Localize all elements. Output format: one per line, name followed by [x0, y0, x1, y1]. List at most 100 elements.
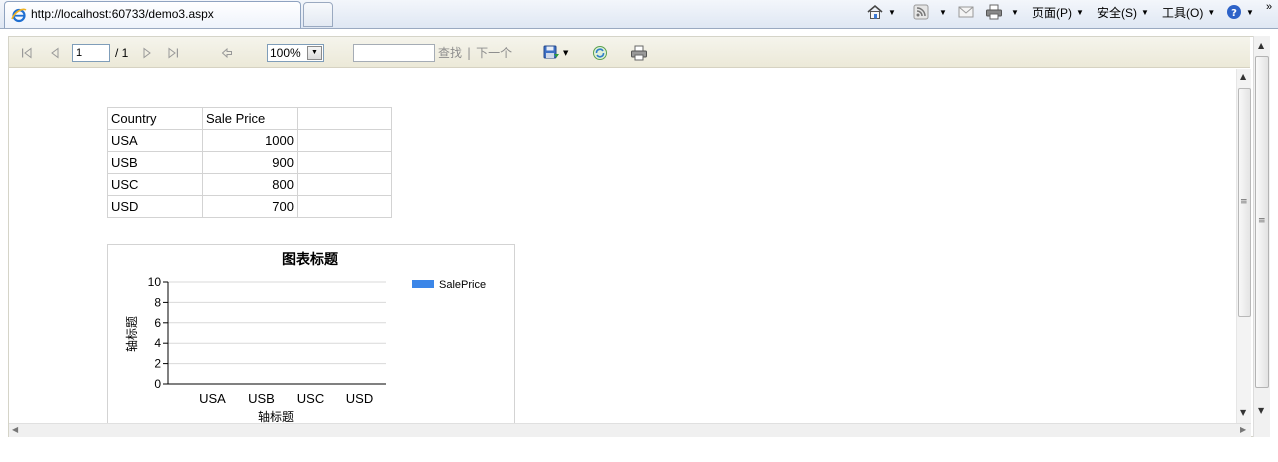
save-disk-icon	[543, 45, 559, 58]
find-link[interactable]: 查找	[438, 44, 462, 61]
grip-icon: ≡	[1240, 197, 1248, 207]
legend-label: SalePrice	[439, 279, 486, 291]
y-tick-label: 2	[154, 357, 161, 371]
cell-price: 900	[202, 151, 298, 174]
new-tab-button[interactable]	[303, 2, 333, 27]
cell-country: USC	[107, 173, 203, 196]
cell-empty	[297, 129, 392, 152]
legend-swatch	[412, 280, 434, 288]
scroll-up-icon[interactable]: ▲	[1240, 72, 1246, 81]
print-report-button[interactable]	[630, 37, 648, 68]
table-row: USD 700	[107, 195, 392, 218]
next-page-button[interactable]	[142, 37, 152, 68]
ie-icon	[11, 8, 27, 23]
previous-page-icon	[51, 47, 59, 58]
y-axis-title: 轴标题	[124, 316, 139, 352]
scroll-down-icon[interactable]: ▼	[1258, 406, 1264, 415]
refresh-button[interactable]	[592, 37, 608, 68]
refresh-icon	[593, 45, 607, 60]
report-toolbar: 1 / 1 100% ▼ 查找 | 下一个 ▼	[9, 37, 1250, 68]
last-page-button[interactable]	[167, 37, 179, 68]
tab-title: http://localhost:60733/demo3.aspx	[31, 7, 214, 21]
cell-empty	[297, 173, 392, 196]
cell-empty	[297, 195, 392, 218]
cell-price: 700	[202, 195, 298, 218]
chevron-down-icon: ▼	[888, 7, 896, 17]
page-total: / 1	[115, 45, 129, 60]
chart-title: 图表标题	[282, 251, 339, 268]
first-page-button[interactable]	[21, 37, 33, 68]
column-header-empty	[297, 107, 392, 130]
page-vertical-scrollbar[interactable]: ▲ ≡ ▼	[1253, 36, 1270, 437]
y-tick-label: 0	[154, 377, 161, 391]
chevron-down-icon: ▼	[939, 7, 947, 17]
page-menu[interactable]: 页面(P) ▼	[1032, 1, 1084, 23]
table-header-row: Country Sale Price	[107, 107, 392, 130]
help-icon: ?	[1227, 5, 1241, 19]
tools-menu[interactable]: 工具(O) ▼	[1162, 1, 1215, 23]
print-button[interactable]: ▼	[985, 1, 1019, 23]
cell-country: USB	[107, 151, 203, 174]
scroll-left-icon[interactable]: ◀	[12, 425, 18, 434]
browser-tab[interactable]: http://localhost:60733/demo3.aspx	[4, 1, 301, 28]
previous-page-button[interactable]	[50, 37, 60, 68]
scroll-up-icon[interactable]: ▲	[1258, 41, 1264, 50]
scroll-down-icon[interactable]: ▼	[1240, 408, 1246, 417]
printer-icon	[631, 45, 647, 60]
x-tick-label: USB	[248, 391, 275, 406]
last-page-icon	[168, 47, 178, 58]
y-tick-label: 4	[154, 336, 161, 350]
bar-chart: 图表标题0246810USA USB USC USD轴标题轴标题SalePrice	[124, 251, 486, 423]
report-vertical-scrollbar[interactable]: ▲ ≡ ▼	[1236, 69, 1251, 423]
report-body: Country Sale Price USA 1000 USB 900 USC …	[9, 69, 1236, 423]
tools-menu-label: 工具(O)	[1162, 5, 1204, 20]
mail-icon	[958, 6, 974, 18]
first-page-icon	[22, 47, 32, 58]
chevron-down-icon: ▼	[563, 48, 569, 57]
export-button[interactable]: ▼	[543, 37, 568, 68]
y-tick-label: 10	[148, 275, 162, 289]
zoom-select[interactable]: 100% ▼	[267, 43, 324, 62]
cell-country: USA	[107, 129, 203, 152]
column-header-sale-price: Sale Price	[202, 107, 298, 130]
x-tick-label: USC	[297, 391, 324, 406]
browser-chrome: http://localhost:60733/demo3.aspx ▼ ▼ ▼ …	[0, 0, 1278, 29]
cell-price: 800	[202, 173, 298, 196]
back-arrow-icon	[221, 47, 232, 58]
grip-icon: ≡	[1258, 216, 1266, 226]
data-table: Country Sale Price USA 1000 USB 900 USC …	[107, 107, 392, 218]
cell-country: USD	[107, 195, 203, 218]
chevron-down-icon: ▼	[1011, 7, 1019, 17]
chevron-down-icon: ▼	[1207, 7, 1216, 17]
rss-feed-icon	[913, 4, 929, 20]
chart-container: 图表标题 0 2 4 6 8 10 USA USB USC USD 轴标题 轴标题 SalePrice	[107, 244, 515, 423]
cell-price: 1000	[202, 129, 298, 152]
cell-empty	[297, 151, 392, 174]
read-mail-button[interactable]	[958, 1, 974, 23]
chevron-down-icon: ▼	[1076, 7, 1084, 17]
overflow-chevron[interactable]: »	[1266, 0, 1272, 18]
table-row: USA 1000	[107, 129, 392, 152]
svg-text:?: ?	[1231, 8, 1237, 19]
scroll-right-icon[interactable]: ▶	[1240, 425, 1246, 434]
zoom-value: 100%	[270, 45, 301, 60]
back-button[interactable]	[221, 37, 233, 68]
feeds-button[interactable]: ▼	[913, 1, 947, 23]
home-button[interactable]: ▼	[866, 1, 896, 23]
help-menu[interactable]: ? ▼	[1226, 1, 1254, 23]
table-row: USB 900	[107, 151, 392, 174]
next-page-icon	[143, 47, 151, 58]
x-tick-label: USD	[346, 391, 373, 406]
find-next-link[interactable]: 下一个	[476, 44, 512, 61]
printer-icon	[986, 4, 1002, 20]
page-menu-label: 页面(P)	[1032, 5, 1072, 20]
safety-menu[interactable]: 安全(S) ▼	[1097, 1, 1149, 23]
page-number-input[interactable]: 1	[72, 43, 110, 62]
report-horizontal-scrollbar[interactable]: ◀ ▶	[9, 423, 1251, 437]
home-icon	[867, 4, 883, 19]
y-tick-label: 8	[154, 295, 161, 309]
find-text-input[interactable]	[353, 43, 435, 62]
table-row: USC 800	[107, 173, 392, 196]
chevron-down-icon: ▼	[1141, 7, 1149, 17]
chevron-down-icon: ▼	[307, 45, 322, 60]
